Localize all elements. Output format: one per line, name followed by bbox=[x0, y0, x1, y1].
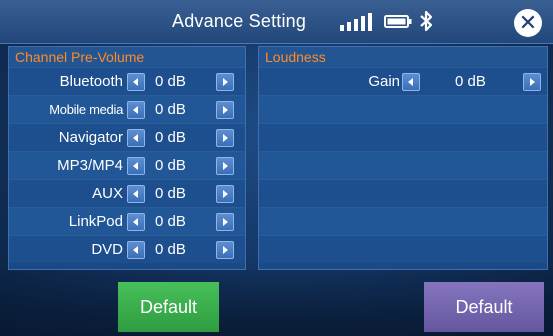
signal-bars-icon bbox=[340, 13, 374, 31]
channel-row-aux: AUX 0 dB bbox=[9, 179, 245, 207]
channel-row-linkpod: LinkPod 0 dB bbox=[9, 207, 245, 235]
empty-row bbox=[259, 207, 547, 235]
decrease-button[interactable] bbox=[127, 185, 145, 203]
close-button[interactable]: ✕ bbox=[514, 9, 542, 37]
empty-row bbox=[259, 179, 547, 207]
increase-button[interactable] bbox=[216, 185, 234, 203]
empty-row bbox=[259, 123, 547, 151]
empty-row bbox=[259, 95, 547, 123]
battery-icon bbox=[384, 15, 412, 28]
row-value: 0 dB bbox=[155, 185, 186, 202]
increase-button[interactable] bbox=[216, 157, 234, 175]
row-value: 0 dB bbox=[155, 157, 186, 174]
increase-button[interactable] bbox=[216, 101, 234, 119]
panel-title: Loudness bbox=[259, 47, 547, 67]
channel-row-mp3-mp4: MP3/MP4 0 dB bbox=[9, 151, 245, 179]
increase-button[interactable] bbox=[216, 73, 234, 91]
row-label: LinkPod bbox=[68, 213, 123, 230]
bluetooth-icon bbox=[420, 10, 433, 32]
increase-button[interactable] bbox=[523, 73, 541, 91]
row-value: 0 dB bbox=[155, 213, 186, 230]
decrease-button[interactable] bbox=[127, 73, 145, 91]
decrease-button[interactable] bbox=[402, 73, 420, 91]
empty-row bbox=[259, 151, 547, 179]
top-bar: Advance Setting ✕ bbox=[0, 0, 553, 44]
row-label: Navigator bbox=[58, 129, 123, 146]
page-title: Advance Setting bbox=[172, 11, 307, 31]
channel-row-navigator: Navigator 0 dB bbox=[9, 123, 245, 151]
increase-button[interactable] bbox=[216, 213, 234, 231]
channel-default-button[interactable]: Default bbox=[118, 282, 219, 332]
row-label: DVD bbox=[91, 241, 123, 258]
decrease-button[interactable] bbox=[127, 213, 145, 231]
row-label: MP3/MP4 bbox=[57, 157, 123, 174]
row-value: 0 dB bbox=[155, 101, 186, 118]
loudness-default-button[interactable]: Default bbox=[424, 282, 544, 332]
row-label: Bluetooth bbox=[59, 73, 123, 90]
row-label: Gain bbox=[368, 73, 400, 90]
row-value: 0 dB bbox=[155, 73, 186, 90]
row-label: Mobile media bbox=[49, 102, 123, 117]
decrease-button[interactable] bbox=[127, 129, 145, 147]
screen: Advance Setting ✕ Channel Pre-Volume Blu… bbox=[0, 0, 553, 336]
row-value: 0 dB bbox=[155, 241, 186, 258]
row-value: 0 dB bbox=[155, 129, 186, 146]
empty-row bbox=[259, 235, 547, 263]
decrease-button[interactable] bbox=[127, 241, 145, 259]
loudness-row-gain: Gain 0 dB bbox=[259, 67, 547, 95]
channel-pre-volume-panel: Channel Pre-Volume Bluetooth 0 dB Mobile… bbox=[8, 46, 246, 270]
loudness-panel: Loudness Gain 0 dB bbox=[258, 46, 548, 270]
row-value: 0 dB bbox=[455, 73, 486, 90]
decrease-button[interactable] bbox=[127, 157, 145, 175]
row-label: AUX bbox=[92, 185, 123, 202]
channel-row-dvd: DVD 0 dB bbox=[9, 235, 245, 263]
close-icon: ✕ bbox=[518, 10, 538, 35]
panel-title: Channel Pre-Volume bbox=[9, 47, 245, 67]
channel-row-mobile-media: Mobile media 0 dB bbox=[9, 95, 245, 123]
decrease-button[interactable] bbox=[127, 101, 145, 119]
increase-button[interactable] bbox=[216, 241, 234, 259]
increase-button[interactable] bbox=[216, 129, 234, 147]
channel-row-bluetooth: Bluetooth 0 dB bbox=[9, 67, 245, 95]
